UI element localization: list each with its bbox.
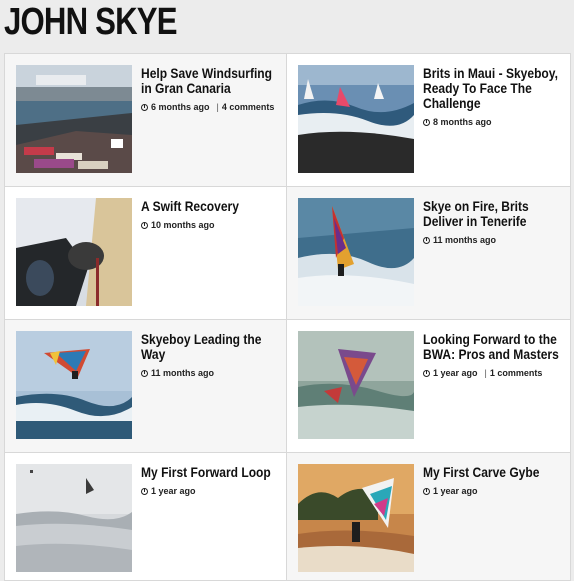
clock-icon	[141, 103, 148, 111]
post-title[interactable]: Help Save Windsurfing in Gran Canaria	[141, 66, 280, 96]
post-title[interactable]: My First Carve Gybe	[423, 465, 562, 480]
post-thumbnail[interactable]	[298, 65, 414, 173]
post-grid: Help Save Windsurfing in Gran Canaria 6 …	[4, 53, 571, 581]
post-meta: 6 months ago | 4 comments	[141, 102, 281, 112]
post-card: My First Carve Gybe 1 year ago	[287, 453, 571, 581]
clock-icon	[423, 369, 430, 377]
post-title[interactable]: Skyeboy Leading the Way	[141, 332, 280, 362]
post-thumbnail[interactable]	[16, 331, 132, 439]
post-card: A Swift Recovery 10 months ago	[5, 187, 287, 320]
post-thumbnail[interactable]	[16, 198, 132, 306]
post-thumbnail[interactable]	[298, 198, 414, 306]
clock-icon	[423, 236, 430, 244]
post-card: My First Forward Loop 1 year ago	[5, 453, 287, 581]
post-card: Looking Forward to the BWA: Pros and Mas…	[287, 320, 571, 453]
post-meta: 8 months ago	[423, 117, 563, 127]
post-meta: 1 year ago	[141, 486, 281, 496]
post-title[interactable]: My First Forward Loop	[141, 465, 280, 480]
post-card: Brits in Maui - Skyeboy, Ready To Face T…	[287, 54, 571, 187]
clock-icon	[141, 369, 148, 377]
post-age: 8 months ago	[433, 117, 492, 127]
post-meta: 10 months ago	[141, 220, 281, 230]
meta-separator: |	[484, 368, 487, 378]
post-age: 6 months ago	[151, 102, 210, 112]
post-meta: 1 year ago | 1 comments	[423, 368, 563, 378]
post-age: 11 months ago	[151, 368, 215, 378]
post-thumbnail[interactable]	[16, 65, 132, 173]
post-thumbnail[interactable]	[298, 331, 414, 439]
post-thumbnail[interactable]	[298, 464, 414, 572]
post-title[interactable]: Looking Forward to the BWA: Pros and Mas…	[423, 332, 562, 362]
post-title[interactable]: Skye on Fire, Brits Deliver in Tenerife	[423, 199, 562, 229]
clock-icon	[141, 221, 148, 229]
page-title: JOHN SKYE	[4, 1, 178, 43]
post-comments-link[interactable]: 4 comments	[222, 102, 275, 112]
post-card: Skye on Fire, Brits Deliver in Tenerife …	[287, 187, 571, 320]
post-age: 1 year ago	[433, 486, 478, 496]
post-title[interactable]: Brits in Maui - Skyeboy, Ready To Face T…	[423, 66, 562, 111]
clock-icon	[423, 487, 430, 495]
post-meta: 1 year ago	[423, 486, 563, 496]
meta-separator: |	[216, 102, 219, 112]
post-age: 1 year ago	[433, 368, 478, 378]
post-card: Help Save Windsurfing in Gran Canaria 6 …	[5, 54, 287, 187]
post-meta: 11 months ago	[423, 235, 563, 245]
post-card: Skyeboy Leading the Way 11 months ago	[5, 320, 287, 453]
clock-icon	[423, 118, 430, 126]
post-comments-link[interactable]: 1 comments	[490, 368, 543, 378]
post-age: 1 year ago	[151, 486, 196, 496]
post-thumbnail[interactable]	[16, 464, 132, 572]
post-age: 10 months ago	[151, 220, 215, 230]
post-meta: 11 months ago	[141, 368, 281, 378]
clock-icon	[141, 487, 148, 495]
post-title[interactable]: A Swift Recovery	[141, 199, 280, 214]
post-age: 11 months ago	[433, 235, 497, 245]
